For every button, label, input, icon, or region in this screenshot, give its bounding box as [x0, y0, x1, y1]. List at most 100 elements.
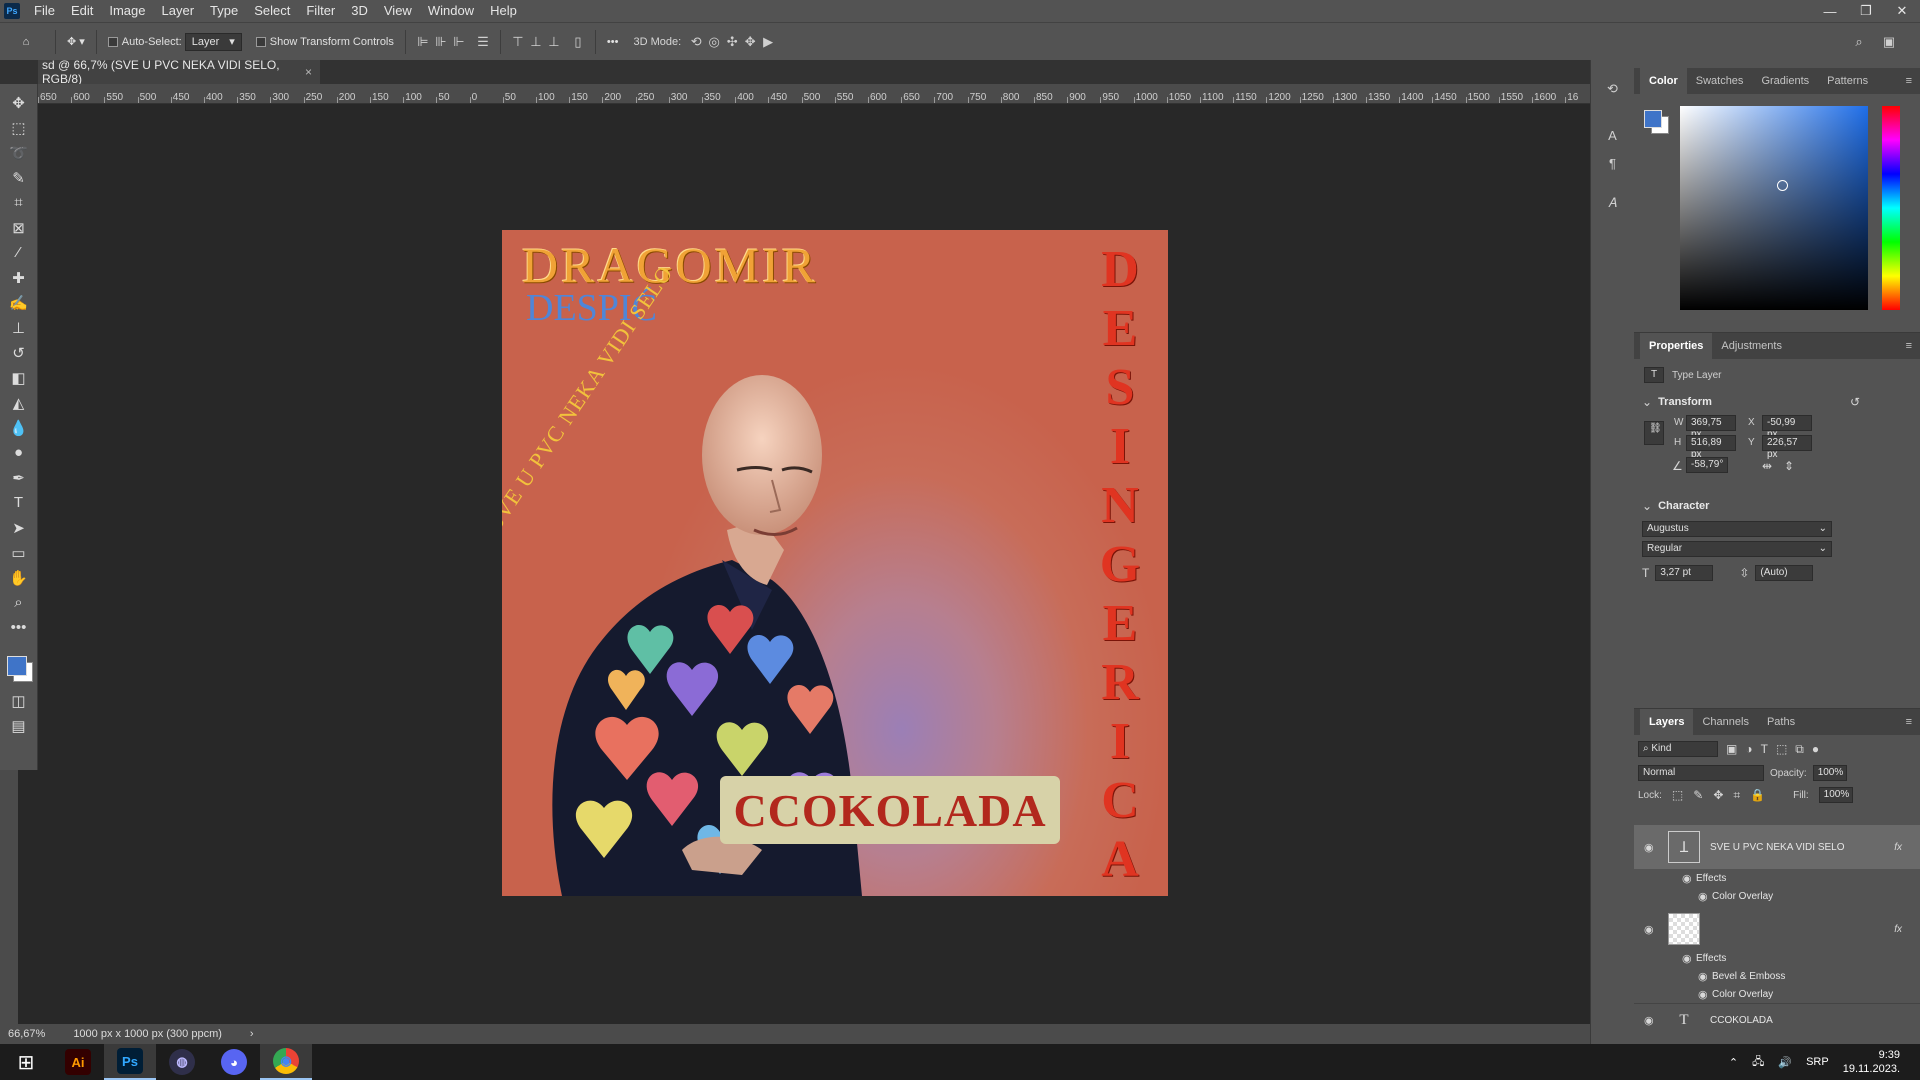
menu-select[interactable]: Select — [246, 0, 298, 22]
taskbar-app-3[interactable]: ◍ — [156, 1044, 208, 1080]
vertical-ruler[interactable] — [0, 770, 18, 1030]
character-panel-icon[interactable]: A — [1604, 126, 1622, 144]
hue-slider[interactable] — [1882, 106, 1900, 310]
lock-all-icon[interactable]: 🔒 — [1750, 788, 1765, 802]
windows-start-icon[interactable]: ⊞ — [0, 1044, 52, 1080]
menu-layer[interactable]: Layer — [154, 0, 203, 22]
lock-transparent-icon[interactable]: ⬚ — [1672, 788, 1683, 802]
zoom-level[interactable]: 66,67% — [8, 1028, 45, 1040]
tab-layers[interactable]: Layers — [1640, 709, 1694, 735]
show-transform-toggle[interactable]: Show Transform Controls — [255, 29, 394, 55]
link-dimensions-icon[interactable]: ⛓ — [1644, 421, 1664, 445]
document-canvas[interactable]: DRAGOMIR DESPIĆ SVE U PVC NEKA VIDI SELO… — [502, 230, 1168, 896]
flip-horizontal-icon[interactable]: ⇹ — [1762, 459, 1772, 473]
horizontal-ruler[interactable]: 650 600 550 500 450 400 350 300 250 200 150 100 50 0 5… — [36, 84, 1590, 104]
clock[interactable]: 9:39 19.11.2023. — [1843, 1048, 1900, 1076]
network-icon[interactable]: 🖧 — [1752, 1053, 1764, 1072]
color-swatches[interactable] — [5, 644, 33, 688]
menu-file[interactable]: File — [26, 0, 63, 22]
canvas-area[interactable]: DRAGOMIR DESPIĆ SVE U PVC NEKA VIDI SELO… — [38, 104, 1590, 1024]
layer-row-smart-object[interactable]: ◉ fx — [1634, 907, 1920, 951]
restore-button[interactable]: ❐ — [1848, 0, 1884, 22]
visibility-eye-icon[interactable]: ◉ — [1644, 841, 1658, 854]
character-section-header[interactable]: ⌄ Character — [1634, 477, 1920, 517]
layer-effect-row[interactable]: ◉ Color Overlay — [1634, 985, 1920, 1003]
move-tool-icon[interactable]: ✥ — [5, 90, 33, 115]
lasso-tool-icon[interactable]: ➰ — [5, 140, 33, 165]
taskbar-illustrator[interactable]: Ai — [52, 1044, 104, 1080]
show-transform-checkbox[interactable] — [255, 36, 266, 47]
panel-menu-icon[interactable]: ≡ — [1906, 75, 1912, 87]
layer-effect-row[interactable]: ◉ Color Overlay — [1634, 887, 1920, 905]
visibility-eye-icon[interactable]: ◉ — [1682, 872, 1696, 885]
filter-adjustment-icon[interactable]: ◑ — [1745, 742, 1752, 756]
workspace-icon[interactable]: ▣ — [1880, 33, 1898, 51]
layer-row-arc-text[interactable]: ◉ Ʇ SVE U PVC NEKA VIDI SELO fx — [1634, 825, 1920, 869]
menu-image[interactable]: Image — [101, 0, 153, 22]
slide-3d-icon[interactable]: ✥ — [741, 33, 759, 51]
menu-filter[interactable]: Filter — [298, 0, 343, 22]
fill-field[interactable]: 100% — [1818, 787, 1853, 803]
blur-tool-icon[interactable]: 💧 — [5, 415, 33, 440]
eyedropper-tool-icon[interactable]: ⁄ — [5, 240, 33, 265]
hand-tool-icon[interactable]: ✋ — [5, 565, 33, 590]
fx-icon[interactable]: fx — [1894, 842, 1902, 853]
align-center-icon[interactable]: ⊪ — [432, 33, 450, 51]
auto-select-target-dropdown[interactable]: Layer ▾ — [184, 32, 242, 51]
path-selection-tool-icon[interactable]: ➤ — [5, 515, 33, 540]
taskbar-photoshop[interactable]: Ps — [104, 1044, 156, 1080]
document-tab[interactable]: sd @ 66,7% (SVE U PVC NEKA VIDI SELO, RG… — [38, 58, 320, 86]
align-left-icon[interactable]: ⊫ — [414, 33, 432, 51]
search-icon[interactable]: ⌕ — [1850, 33, 1868, 51]
tab-swatches[interactable]: Swatches — [1687, 68, 1753, 94]
healing-brush-tool-icon[interactable]: ✚ — [5, 265, 33, 290]
quick-mask-icon[interactable]: ◫ — [5, 688, 33, 713]
layer-effect-row[interactable]: ◉ Bevel & Emboss — [1634, 967, 1920, 985]
visibility-eye-icon[interactable]: ◉ — [1644, 923, 1658, 936]
roll-3d-icon[interactable]: ◎ — [705, 33, 723, 51]
distribute-icon[interactable]: ☰ — [474, 33, 492, 51]
blend-mode-dropdown[interactable]: Normal — [1638, 765, 1764, 781]
taskbar-chrome[interactable]: ◉ — [260, 1044, 312, 1080]
panel-menu-icon[interactable]: ≡ — [1906, 716, 1912, 728]
history-panel-icon[interactable]: ⟲ — [1604, 80, 1622, 98]
crop-tool-icon[interactable]: ⌗ — [5, 190, 33, 215]
video-camera-icon[interactable]: ▶ — [759, 33, 777, 51]
fx-icon[interactable]: fx — [1894, 924, 1902, 935]
align-top-icon[interactable]: ⊤ — [509, 33, 527, 51]
distribute-vertical-icon[interactable]: ▯ — [569, 33, 587, 51]
home-icon[interactable]: ⌂ — [8, 29, 44, 55]
type-tool-icon[interactable]: T — [5, 490, 33, 515]
menu-edit[interactable]: Edit — [63, 0, 101, 22]
font-family-dropdown[interactable]: Augustus ⌄ — [1642, 521, 1832, 537]
lock-pixels-icon[interactable]: ✎ — [1693, 788, 1703, 802]
menu-help[interactable]: Help — [482, 0, 525, 22]
lock-position-icon[interactable]: ✥ — [1713, 788, 1723, 802]
language-indicator[interactable]: SRP — [1806, 1056, 1829, 1068]
paragraph-panel-icon[interactable]: ¶ — [1604, 154, 1622, 172]
filter-shape-icon[interactable]: ⬚ — [1776, 742, 1787, 756]
visibility-eye-icon[interactable]: ◉ — [1682, 952, 1696, 965]
width-field[interactable]: 369,75 px — [1686, 415, 1736, 440]
auto-select-toggle[interactable]: Auto-Select: — [107, 29, 182, 55]
leading-field[interactable]: (Auto) — [1755, 565, 1814, 581]
visibility-eye-icon[interactable]: ◉ — [1698, 970, 1712, 983]
screen-mode-icon[interactable]: ▤ — [5, 713, 33, 738]
tab-color[interactable]: Color — [1640, 68, 1687, 94]
menu-type[interactable]: Type — [202, 0, 246, 22]
volume-icon[interactable]: 🔊 — [1778, 1056, 1792, 1069]
pan-3d-icon[interactable]: ✣ — [723, 33, 741, 51]
x-field[interactable]: -50,99 px — [1762, 415, 1812, 440]
tab-paths[interactable]: Paths — [1758, 709, 1804, 735]
chevron-right-icon[interactable]: › — [250, 1028, 254, 1040]
tab-gradients[interactable]: Gradients — [1752, 68, 1818, 94]
menu-window[interactable]: Window — [420, 0, 482, 22]
chevron-up-icon[interactable]: ⌃ — [1729, 1056, 1738, 1069]
align-bottom-icon[interactable]: ⊥ — [545, 33, 563, 51]
layer-row-ccokolada[interactable]: ◉ T CCOKOLADA — [1634, 1003, 1920, 1037]
paint-bucket-tool-icon[interactable]: ◭ — [5, 390, 33, 415]
color-picker-field[interactable] — [1680, 106, 1868, 310]
align-middle-icon[interactable]: ⊥ — [527, 33, 545, 51]
zoom-tool-icon[interactable]: ⌕ — [5, 590, 33, 615]
visibility-eye-icon[interactable]: ◉ — [1698, 988, 1712, 1001]
